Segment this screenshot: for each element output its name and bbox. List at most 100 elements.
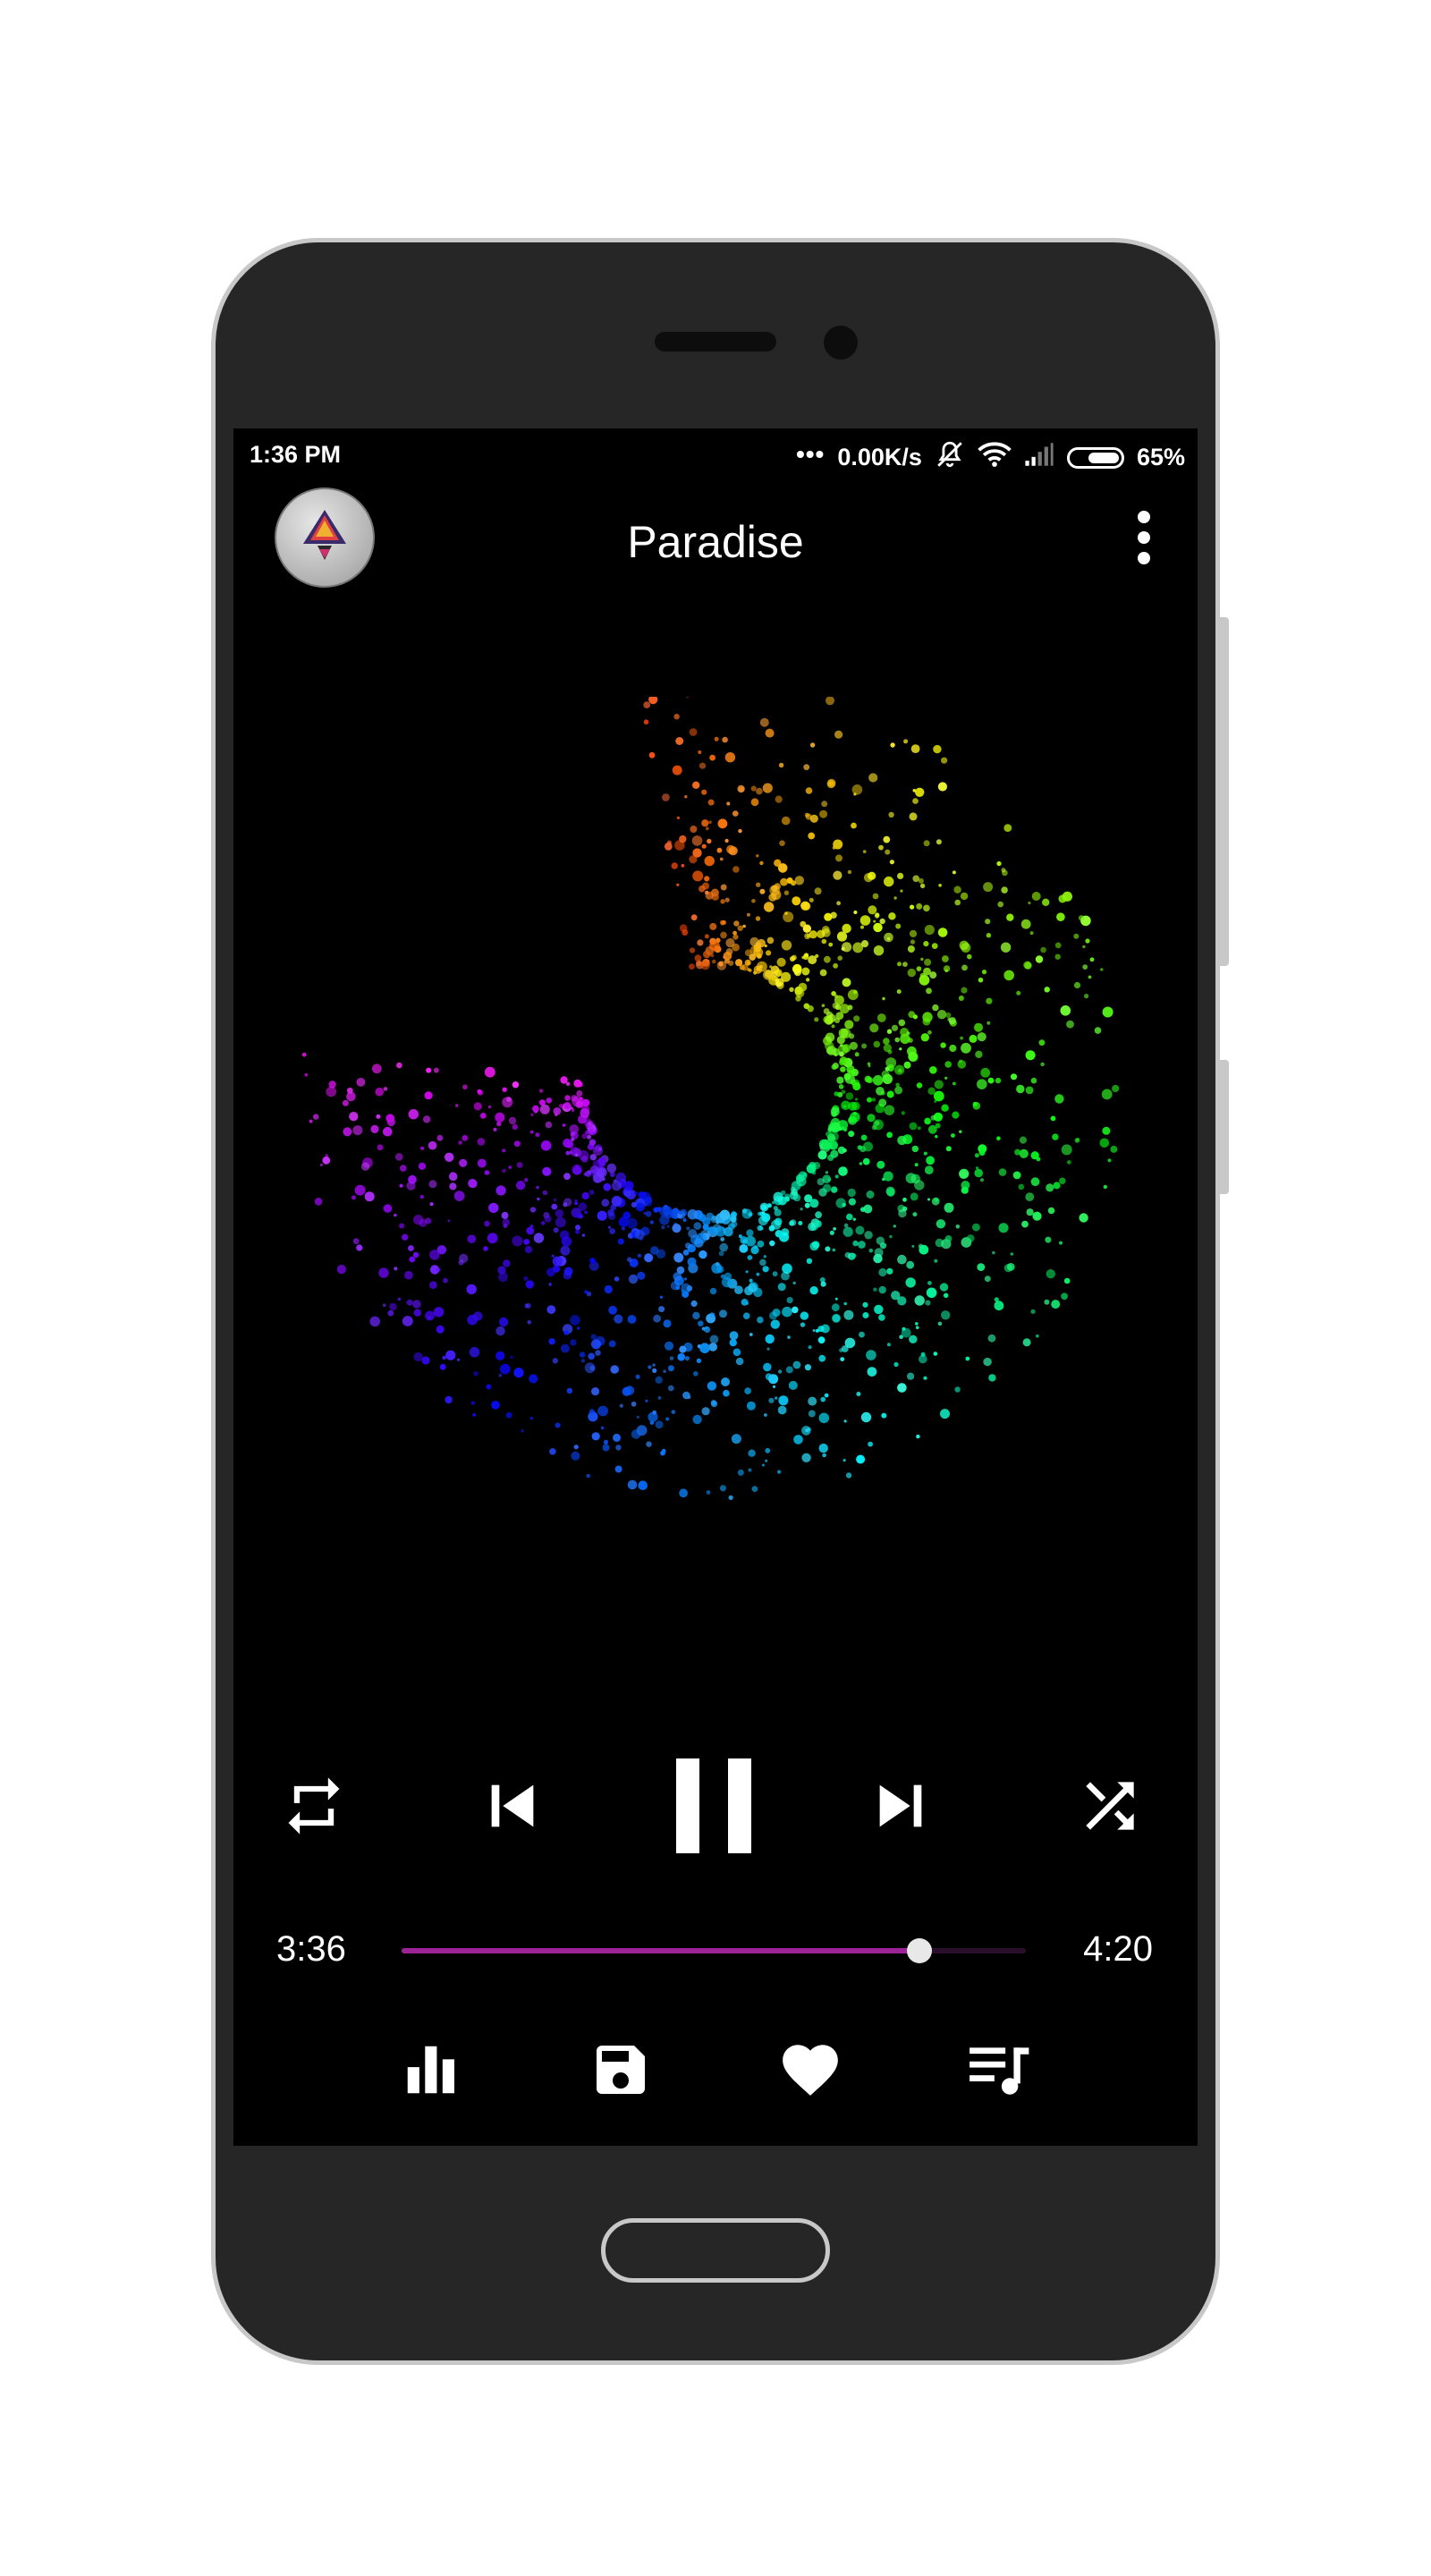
visualizer-particle: [926, 1287, 937, 1299]
visualizer-particle: [771, 1200, 775, 1205]
visualizer-particle: [699, 762, 707, 769]
visualizer-particle: [664, 1341, 674, 1351]
visualizer-particle: [704, 855, 715, 867]
save-icon[interactable]: [580, 2029, 661, 2110]
visualizer-particle: [909, 812, 918, 821]
visualizer-particle: [827, 1154, 834, 1161]
visualizer-particle: [914, 1163, 919, 1167]
more-dots-icon: •••: [795, 439, 826, 468]
visualizer-particle: [436, 1134, 444, 1141]
visualizer-particle: [1076, 1138, 1080, 1141]
visualizer-particle: [775, 980, 782, 987]
visualizer-particle: [762, 1211, 766, 1215]
visualizer-particle: [938, 884, 942, 887]
visualizer-particle: [974, 1022, 983, 1032]
visualizer-particle: [369, 1316, 380, 1327]
progress-track[interactable]: [402, 1938, 1026, 1963]
playlist-icon[interactable]: [960, 2029, 1040, 2110]
visualizer-particle: [529, 1207, 537, 1213]
skip-previous-icon[interactable]: [468, 1761, 557, 1851]
visualizer-particle: [597, 1157, 606, 1165]
visualizer-particle: [536, 1185, 539, 1190]
visualizer-particle: [461, 1134, 469, 1141]
visualizer-particle: [566, 1387, 572, 1394]
visualizer-particle: [523, 1239, 530, 1245]
visualizer-particle: [508, 1116, 517, 1125]
visualizer-particle: [1050, 1115, 1056, 1122]
pause-icon[interactable]: [662, 1743, 769, 1868]
visualizer-particle: [552, 1256, 563, 1267]
favorite-icon[interactable]: [770, 2029, 851, 2110]
visualizer-particle: [491, 1401, 500, 1410]
visualizer-particle: [833, 870, 843, 880]
visualizer-particle: [540, 1140, 552, 1151]
visualizer-particle: [571, 1451, 580, 1461]
visualizer-particle: [844, 1251, 851, 1258]
visualizer-particle: [961, 1042, 971, 1054]
visualizer-particle: [502, 1087, 507, 1092]
visualizer-particle: [761, 1213, 771, 1223]
visualizer-particle: [1042, 898, 1050, 906]
visualizer-particle: [750, 785, 757, 792]
visualizer-particle: [808, 1396, 817, 1406]
visualizer-particle: [998, 1168, 1007, 1176]
progress-thumb[interactable]: [907, 1938, 933, 1963]
skip-next-icon[interactable]: [856, 1761, 945, 1851]
visualizer-particle: [681, 863, 685, 868]
visualizer-particle: [814, 1220, 822, 1228]
visualizer-particle: [918, 877, 924, 884]
visualizer-particle: [470, 1401, 476, 1405]
visualizer-particle: [312, 1114, 319, 1120]
visualizer-particle: [976, 1166, 979, 1170]
visualizer-particle: [1026, 1208, 1034, 1216]
home-button[interactable]: [601, 2218, 830, 2283]
visualizer-particle: [574, 1165, 580, 1169]
visualizer-particle: [958, 996, 964, 1001]
visualizer-particle: [896, 989, 902, 995]
visualizer-particle: [667, 1385, 674, 1392]
visualizer-particle: [730, 1216, 737, 1223]
visualizer-particle: [885, 849, 891, 855]
visualizer-particle: [553, 1107, 562, 1115]
visualizer-particle: [383, 1126, 393, 1137]
visualizer-particle: [686, 1226, 690, 1231]
visualizer-particle: [600, 1426, 605, 1430]
visualizer-particle: [772, 1271, 778, 1277]
visualizer-particle: [399, 1223, 405, 1229]
visualizer-particle: [824, 955, 831, 963]
visualizer-particle: [546, 1305, 556, 1314]
visualizer-particle: [753, 1244, 758, 1250]
visualizer-particle: [886, 1343, 891, 1347]
visualizer-particle: [699, 1343, 710, 1353]
shuffle-icon[interactable]: [1065, 1761, 1155, 1851]
visualizer-particle: [412, 1300, 421, 1309]
visualizer-particle: [529, 1374, 538, 1384]
visualizer-particle: [351, 1195, 356, 1200]
visualizer-particle: [637, 1271, 646, 1280]
visualizer-particle: [860, 1207, 866, 1212]
visualizer-particle: [961, 987, 968, 994]
visualizer-particle: [898, 1208, 907, 1218]
visualizer-particle: [627, 1315, 637, 1324]
visualizer-particle: [981, 970, 987, 975]
visualizer-particle: [909, 1335, 918, 1343]
visualizer-particle: [745, 1235, 756, 1247]
visualizer-particle: [775, 795, 783, 803]
visualizer-particle: [645, 1399, 648, 1402]
visualizer-particle: [961, 1186, 969, 1194]
visualizer-particle: [581, 1098, 590, 1107]
visualizer-particle: [831, 1024, 835, 1029]
visualizer-particle: [923, 967, 931, 976]
visualizer-particle: [934, 1080, 944, 1089]
visualizer-particle: [790, 956, 795, 962]
visualizer-particle: [699, 1250, 707, 1259]
visualizer-particle: [722, 736, 728, 743]
repeat-icon[interactable]: [269, 1761, 359, 1851]
visualizer-particle: [675, 737, 684, 745]
more-vertical-icon[interactable]: [1133, 511, 1155, 564]
visualizer-particle: [637, 1253, 641, 1258]
visualizer-particle: [695, 1233, 707, 1244]
visualizer-particle: [738, 1234, 742, 1239]
visualizer-particle: [701, 1407, 710, 1416]
equalizer-icon[interactable]: [391, 2029, 471, 2110]
